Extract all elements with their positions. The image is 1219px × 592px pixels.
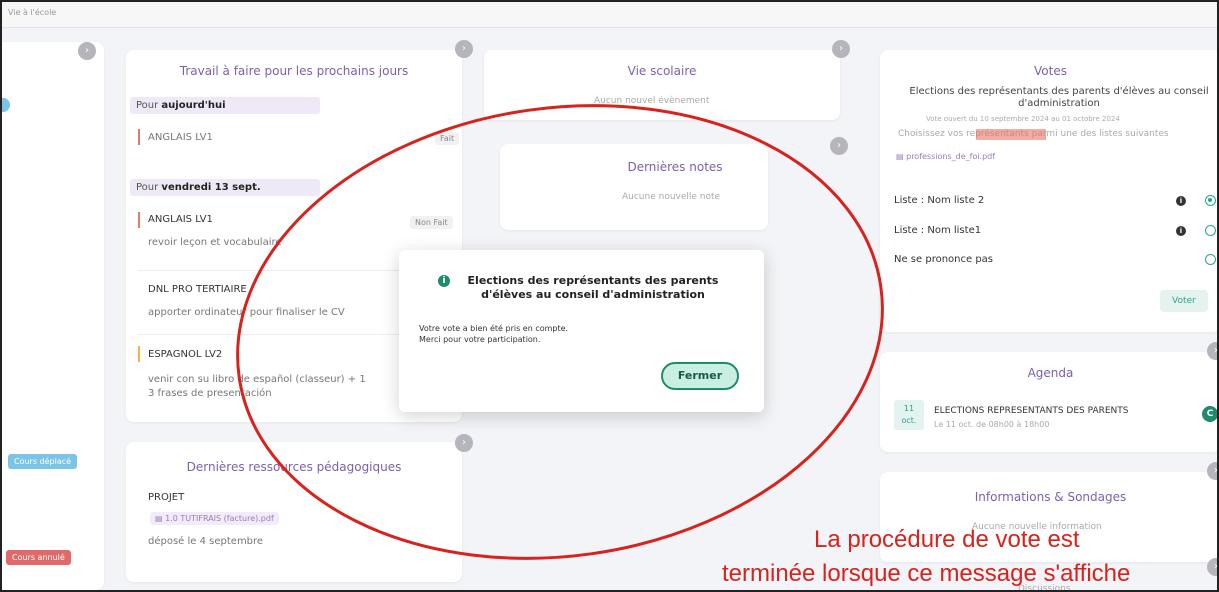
screenshot-frame: Vie à l'école › Cours déplacé Cours annu… bbox=[0, 0, 1219, 592]
annotation-line-2: terminée lorsque ce message s'affiche bbox=[722, 560, 1131, 587]
annotation-ellipse bbox=[236, 104, 884, 560]
annotation-line-1: La procédure de vote est bbox=[814, 526, 1080, 553]
